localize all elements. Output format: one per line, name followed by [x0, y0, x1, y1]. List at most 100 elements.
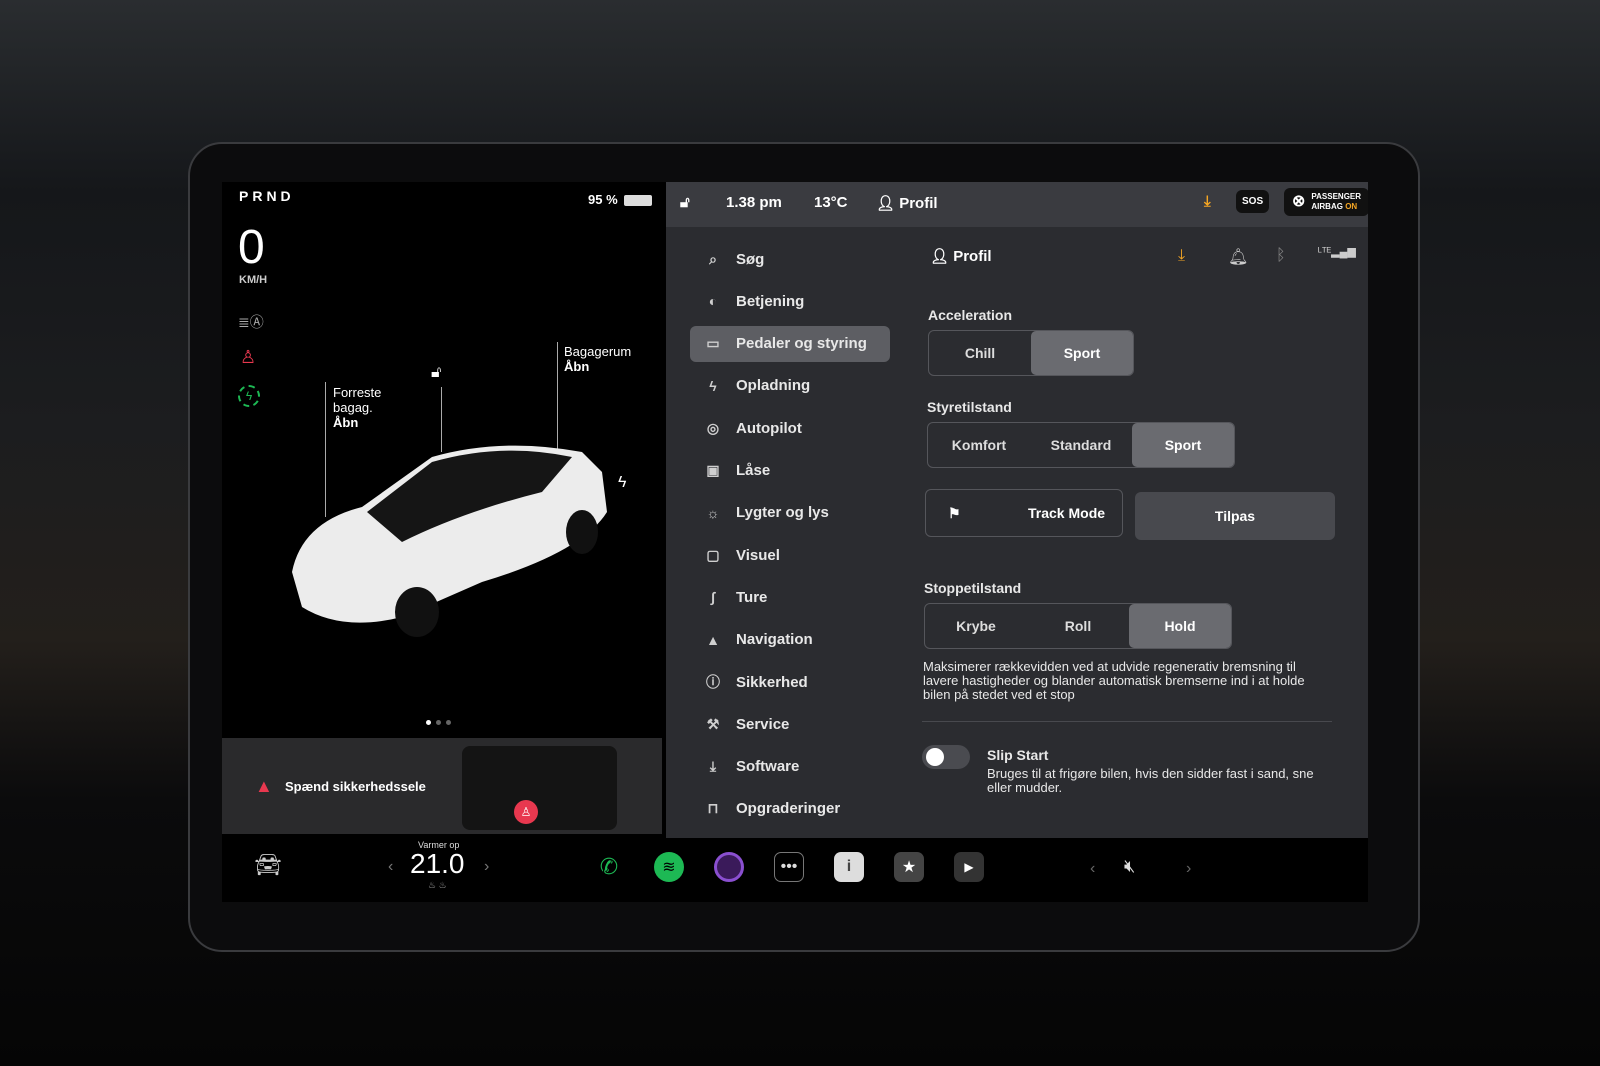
bluetooth-icon[interactable]: ᛒ [1276, 247, 1286, 265]
menu-item-visuel[interactable]: ▢ Visuel [690, 537, 890, 573]
menu-item-label: Navigation [736, 631, 813, 649]
volume-down-button[interactable]: ‹ [1090, 860, 1095, 878]
download-icon[interactable]: ⤓ [1204, 193, 1211, 210]
menu-item-pedaler-og-styring[interactable]: ▭ Pedaler og styring [690, 325, 890, 362]
menu-item-opladning[interactable]: ϟ Opladning [690, 368, 890, 404]
menu-item-label: Søg [736, 250, 765, 268]
person-icon: 👤︎ [930, 248, 950, 265]
temp-down-button[interactable]: ‹ [388, 858, 393, 876]
bottom-bar: 🚘︎ Varmer op ‹ 21.0 › ♨ ♨ ✆ ≋ ••• i ★ ▶ … [222, 838, 1368, 902]
car-3d-model[interactable] [282, 432, 622, 642]
status-bar: 🔓︎ 1.38 pm 13°C 👤︎ Profil ⤓ SOS ⊗ PASSENG… [666, 182, 1368, 227]
download-icon: ⤓ [709, 758, 717, 775]
frunk-action: Åbn [333, 415, 359, 430]
clock: 1.38 pm [726, 194, 782, 211]
trunk-label: Bagagerum [564, 344, 632, 359]
menu-item-autopilot[interactable]: ◎ Autopilot [690, 410, 890, 446]
seatbelt-warning-icon: ♙ [240, 347, 257, 367]
slip-start-description: Bruges til at frigøre bilen, hvis den si… [987, 766, 1314, 795]
camera-icon[interactable] [714, 852, 744, 882]
checkered-flag-icon: ⚑ [948, 504, 961, 521]
trips-icon: ∫ [711, 589, 715, 606]
menu-item-label: Pedaler og styring [736, 335, 867, 353]
toggle-icon: ◐ [708, 293, 718, 310]
volume-up-button[interactable]: › [1186, 860, 1191, 878]
steering-sport[interactable]: Sport [1132, 423, 1234, 467]
auto-headlights-icon: ≣Ⓐ [238, 314, 264, 330]
bell-icon[interactable]: 🔔︎ [1228, 247, 1248, 267]
lte-signal-icon: ᴸᵀᴱ▂▄▆ [1318, 246, 1356, 258]
toybox-icon[interactable]: ★ [894, 852, 924, 882]
menu-item-label: Sikkerhed [736, 673, 808, 691]
cabin-temperature[interactable]: 21.0 [410, 848, 465, 880]
frunk-button[interactable]: Forreste bagag. Åbn [333, 385, 403, 430]
trunk-action: Åbn [564, 359, 590, 374]
stopping-hold[interactable]: Hold [1129, 604, 1231, 648]
menu-item-label: Betjening [736, 292, 805, 310]
acceleration-selector: Chill Sport [928, 330, 1134, 376]
navigation-icon: ▲ [706, 631, 720, 648]
menu-item-label: Service [736, 715, 790, 733]
acceleration-chill[interactable]: Chill [929, 331, 1031, 375]
menu-item-label: Autopilot [736, 419, 802, 437]
seatbelt-alert-card[interactable]: ▲ Spænd sikkerhedssele ♙ [222, 738, 662, 834]
profile-label: Profil [899, 195, 938, 212]
profile-header[interactable]: 👤︎ Profil [930, 247, 992, 265]
slip-start-toggle[interactable] [922, 745, 970, 769]
sos-button[interactable]: SOS [1236, 190, 1270, 213]
spotify-icon[interactable]: ≋ [654, 852, 684, 882]
volume-muted-icon[interactable]: 🔇︎ [1124, 856, 1135, 877]
menu-item-ture[interactable]: ∫ Ture [690, 579, 890, 615]
menu-item-navigation[interactable]: ▲ Navigation [690, 622, 890, 658]
phone-icon[interactable]: ✆ [594, 852, 624, 882]
steering-selector: Komfort Standard Sport [927, 422, 1235, 468]
car-status-panel: PRND 0 KM/H ≣Ⓐ ♙ ϟ 95 % Forreste bagag. Å… [222, 182, 662, 837]
speed-unit: KM/H [239, 274, 268, 286]
more-icon[interactable]: ••• [774, 852, 804, 882]
car-icon[interactable]: 🚘︎ [254, 852, 282, 878]
stopping-roll[interactable]: Roll [1027, 604, 1129, 648]
steering-comfort[interactable]: Komfort [928, 423, 1030, 467]
stopping-selector: Krybe Roll Hold [924, 603, 1232, 649]
theater-icon[interactable]: ▶ [954, 852, 984, 882]
menu-item-sikkerhed[interactable]: ⓘ Sikkerhed [690, 664, 890, 700]
unlock-icon[interactable]: 🔓︎ [431, 364, 441, 382]
menu-item-søg[interactable]: ⌕ Søg [690, 241, 890, 277]
software-update-icon[interactable]: ⤓ [1178, 247, 1185, 265]
menu-item-lygter-og-lys[interactable]: ☼ Lygter og lys [690, 495, 890, 531]
airbag-status: ⊗ PASSENGER AIRBAG ON [1284, 188, 1368, 216]
car-icon: ▭ [706, 335, 720, 352]
lock-status-icon[interactable]: 🔓︎ [680, 194, 690, 211]
alert-text: Spænd sikkerhedssele [285, 779, 426, 794]
menu-item-betjening[interactable]: ◐ Betjening [690, 283, 890, 319]
charge-port-icon[interactable]: ϟ [618, 474, 626, 492]
temp-up-button[interactable]: › [484, 858, 489, 876]
page-dots[interactable] [426, 720, 451, 725]
gear-selector: PRND [239, 188, 295, 204]
airbag-icon: ⊗ [1292, 193, 1306, 210]
seat-heater-icon[interactable]: ♨ ♨ [428, 880, 447, 891]
person-icon: 👤︎ [876, 195, 896, 212]
trunk-button[interactable]: Bagagerum Åbn [564, 344, 631, 374]
track-mode-button[interactable]: ⚑ Track Mode [925, 489, 1123, 537]
steering-standard[interactable]: Standard [1030, 423, 1132, 467]
steering-wheel-icon: ◎ [706, 419, 720, 436]
speed: 0 [238, 221, 265, 274]
settings-panel: ⌕ Søg ◐ Betjening ▭ Pedaler og styring ϟ Opladn… [666, 227, 1368, 852]
profile-button[interactable]: 👤︎ Profil [876, 194, 938, 212]
menu-item-låse[interactable]: ▣ Låse [690, 453, 890, 489]
menu-item-opgraderinger[interactable]: ⊓ Opgraderinger [690, 791, 890, 827]
steering-heading: Styretilstand [927, 399, 1012, 415]
menu-item-service[interactable]: ⚒ Service [690, 706, 890, 742]
stopping-creep[interactable]: Krybe [925, 604, 1027, 648]
outside-temperature: 13°C [814, 194, 848, 211]
menu-item-label: Opladning [736, 377, 811, 395]
menu-item-software[interactable]: ⤓ Software [690, 749, 890, 785]
acceleration-sport[interactable]: Sport [1031, 331, 1133, 375]
display-icon: ▢ [706, 546, 720, 563]
slip-start-title: Slip Start [987, 747, 1049, 763]
menu-item-label: Opgraderinger [736, 800, 841, 818]
airbag-line1: PASSENGER [1311, 192, 1362, 201]
manual-icon[interactable]: i [834, 852, 864, 882]
customize-button[interactable]: Tilpas [1135, 492, 1335, 540]
